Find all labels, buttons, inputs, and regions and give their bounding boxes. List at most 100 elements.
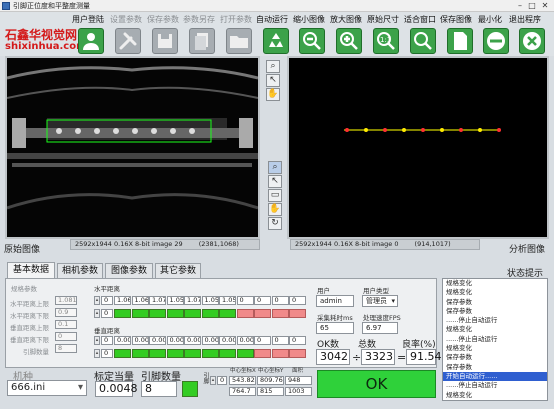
auto-run-button[interactable] <box>263 28 289 54</box>
center-index[interactable]: 0 <box>217 376 227 385</box>
original-size-button[interactable]: 1:1 <box>373 28 399 54</box>
minimize-button[interactable] <box>483 28 509 54</box>
original-image-info-text: 2592x1944 0.16X 8-bit image 29 <box>75 240 183 248</box>
horizontal-value-8: 0 <box>254 296 271 305</box>
chevron-down-icon: ▾ <box>77 382 83 393</box>
spec-h-upper-input[interactable]: 1.081 <box>55 296 77 305</box>
total-count-field: 3323 <box>361 349 395 365</box>
log-entry: ......停止自动运行 <box>446 334 498 343</box>
vertical-index[interactable]: 0 <box>101 336 113 345</box>
center-row2-y: 815 <box>257 387 284 396</box>
user-type-select[interactable]: 管理员 ▾ <box>362 295 398 307</box>
pin-spot <box>94 128 100 134</box>
log-entry: 规格变化 <box>446 344 472 353</box>
horizontal-led-10 <box>289 309 306 318</box>
pin-marker <box>421 128 425 132</box>
spec-v-upper-input[interactable]: 0.1 <box>55 320 77 329</box>
zoom-in-button[interactable] <box>336 28 362 54</box>
user-label: 用户 <box>317 287 330 295</box>
pointer-tool[interactable]: ↖ <box>268 175 282 188</box>
ok-count-field: 3042 <box>316 349 350 365</box>
horizontal-led-spin[interactable]: ▴ <box>94 309 100 318</box>
tb-label-original-size: 原始尺寸 <box>367 15 399 24</box>
center-index-spin[interactable]: ▴ <box>210 376 216 385</box>
roi-rectangle[interactable] <box>46 119 212 143</box>
pan-tool[interactable]: ✋ <box>268 203 282 216</box>
save-image-button[interactable] <box>447 28 473 54</box>
horizontal-led-4 <box>184 309 201 318</box>
pin-marker <box>383 128 387 132</box>
center-row1-area: 948 <box>285 376 312 385</box>
magnifier-icon: ⌕ <box>272 162 278 172</box>
original-image-label: 原始图像 <box>4 245 41 255</box>
spec-h-lower-input[interactable]: 0.9 <box>55 308 77 317</box>
vertical-led-spin[interactable]: ▴ <box>94 349 100 358</box>
tb-label-auto-run: 自动运行 <box>256 15 288 24</box>
user-type-value: 管理员 <box>366 297 387 305</box>
hand-icon: ✋ <box>267 89 279 99</box>
center-row1-y: 809.76 <box>257 376 284 385</box>
user-field: admin <box>316 295 354 307</box>
vertical-value-8: 0 <box>254 336 271 345</box>
title-bar: 引脚正位度和平整度测量 – □ ✕ <box>0 0 554 12</box>
tab-other-params[interactable]: 其它参数 <box>155 263 201 278</box>
tb-label-zoom-in: 放大图像 <box>330 15 362 24</box>
settings-button[interactable] <box>115 28 141 54</box>
tools-icon <box>119 32 137 50</box>
pin-spot <box>170 128 176 134</box>
pointer-tool-top[interactable]: ↖ <box>266 74 280 87</box>
horizontal-index-spin[interactable]: ▴ <box>94 296 100 305</box>
fit-window-button[interactable] <box>410 28 436 54</box>
horizontal-led-2 <box>149 309 166 318</box>
zoom-out-button[interactable] <box>299 28 325 54</box>
basic-data-panel: 规格参数 水平距离上限 1.081 水平距离下限 0.9 垂直距离上限 0.1 … <box>5 278 442 368</box>
login-button[interactable] <box>78 28 104 54</box>
vertical-index-spin[interactable]: ▴ <box>94 336 100 345</box>
model-select[interactable]: 666.ini ▾ <box>7 380 87 396</box>
zoom-in-icon <box>340 32 358 50</box>
spec-pin-count-input[interactable]: 8 <box>55 344 77 353</box>
rectangle-tool[interactable]: ▭ <box>268 189 282 202</box>
calib-field: 0.0048 <box>95 381 138 397</box>
vertical-led-10 <box>289 349 306 358</box>
zoom-tool[interactable]: ⌕ <box>268 161 282 174</box>
user-type-label: 用户类型 <box>363 287 389 295</box>
analysis-image <box>289 58 547 237</box>
pin-marker <box>402 128 406 132</box>
horizontal-led-5 <box>201 309 219 318</box>
vertical-led-index[interactable]: 0 <box>101 349 113 358</box>
center-row2-x: 764.7 <box>229 387 256 396</box>
capture-time-field: 65 <box>316 322 354 334</box>
pan-tool-top[interactable]: ✋ <box>266 88 280 101</box>
save-params-button[interactable] <box>152 28 178 54</box>
status-log[interactable]: 规格变化 规格变化 保存参数 保存参数 ......停止自动运行 规格变化 ......停止… <box>442 278 548 401</box>
spec-label-v-upper: 垂直距离上限 <box>10 324 49 332</box>
logo-url: shixinhua.com <box>5 41 87 52</box>
save-as-button[interactable] <box>189 28 215 54</box>
window-maximize-button[interactable]: □ <box>526 1 538 11</box>
tab-image-params[interactable]: 图像参数 <box>105 263 153 278</box>
log-entry: 开始自动运行...... <box>443 371 547 382</box>
spec-v-lower-input[interactable]: 0 <box>55 332 77 341</box>
window-close-button[interactable]: ✕ <box>539 1 551 11</box>
log-entry: 保存参数 <box>443 400 547 401</box>
horizontal-value-1: 1.068 <box>131 296 149 305</box>
horizontal-led-index[interactable]: 0 <box>101 309 113 318</box>
copy-icon <box>195 33 208 50</box>
open-params-button[interactable] <box>226 28 252 54</box>
center-header-x: 中心坐标X <box>230 368 256 374</box>
tab-camera-params[interactable]: 相机参数 <box>57 263 103 278</box>
zoom-tool-top[interactable]: ⌕ <box>266 60 280 73</box>
rotate-tool[interactable]: ↻ <box>268 217 282 230</box>
vertical-led-4 <box>184 349 201 358</box>
tb-label-settings: 设置参数 <box>110 15 142 24</box>
window-minimize-button[interactable]: – <box>514 1 526 11</box>
horizontal-value-7: 0 <box>236 296 254 305</box>
fps-label: 处理速度FPS <box>363 314 401 322</box>
analysis-image-view[interactable] <box>287 56 549 239</box>
log-entry: 规格变化 <box>446 325 472 334</box>
tab-basic-data[interactable]: 基本数据 <box>7 262 55 278</box>
horizontal-index[interactable]: 0 <box>101 296 113 305</box>
tb-label-save-image: 保存图像 <box>440 15 472 24</box>
exit-button[interactable] <box>519 28 545 54</box>
